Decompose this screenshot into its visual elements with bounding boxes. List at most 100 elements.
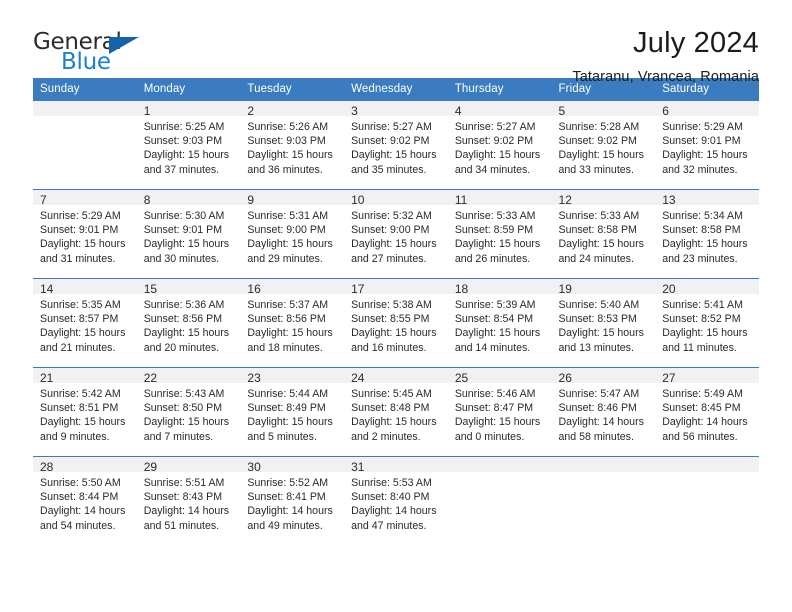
daylight-text-line1: Daylight: 15 hours xyxy=(454,238,541,251)
daylight-text-line2: and 20 minutes. xyxy=(143,341,220,354)
calendar-week-row: 14 Sunrise: 5:35 AM Sunset: 8:57 PM Dayligh… xyxy=(33,278,759,368)
daylight-text-line2: and 7 minutes. xyxy=(143,430,214,443)
daylight-text-line2: and 49 minutes. xyxy=(247,519,323,532)
day-details: Sunrise: 5:49 AM Sunset: 8:45 PM Daylight:… xyxy=(655,383,759,444)
calendar-day-cell[interactable]: 10 Sunrise: 5:32 AM Sunset: 9:00 PM Dayligh… xyxy=(344,189,448,279)
daylight-text-line2: and 56 minutes. xyxy=(662,430,738,443)
sunset-text: Sunset: 8:58 PM xyxy=(558,224,637,237)
sunrise-text: Sunrise: 5:31 AM xyxy=(247,210,329,222)
sunset-text: Sunset: 9:02 PM xyxy=(558,135,637,148)
calendar-page: General Blue July 2024 Tataranu, Vrancea… xyxy=(0,0,792,612)
day-number: 3 xyxy=(344,101,448,118)
calendar-day-cell[interactable]: 31 Sunrise: 5:53 AM Sunset: 8:40 PM Dayligh… xyxy=(344,456,448,546)
sunrise-text: Sunrise: 5:47 AM xyxy=(558,388,640,400)
calendar-day-cell[interactable]: 29 Sunrise: 5:51 AM Sunset: 8:43 PM Dayligh… xyxy=(136,456,241,546)
calendar-cell-empty xyxy=(655,456,759,546)
day-details: Sunrise: 5:33 AM Sunset: 8:58 PM Daylight:… xyxy=(552,205,656,266)
weekday-header-sunday: Sunday xyxy=(33,78,137,101)
calendar-day-cell[interactable]: 9 Sunrise: 5:31 AM Sunset: 9:00 PM Daylight… xyxy=(240,189,345,279)
day-number: 31 xyxy=(344,457,448,474)
day-number: 17 xyxy=(344,279,448,296)
calendar-day-cell[interactable]: 3 Sunrise: 5:27 AM Sunset: 9:02 PM Daylight… xyxy=(344,100,448,190)
calendar-day-cell[interactable]: 18 Sunrise: 5:39 AM Sunset: 8:54 PM Dayligh… xyxy=(447,278,552,368)
sunset-text: Sunset: 8:53 PM xyxy=(558,313,637,326)
day-details: Sunrise: 5:34 AM Sunset: 8:58 PM Daylight:… xyxy=(655,205,759,266)
day-details: Sunrise: 5:27 AM Sunset: 9:02 PM Daylight:… xyxy=(344,116,448,177)
calendar-day-cell[interactable]: 7 Sunrise: 5:29 AM Sunset: 9:01 PM Daylight… xyxy=(33,189,137,279)
day-number: 7 xyxy=(33,190,137,207)
daylight-text-line2: and 2 minutes. xyxy=(351,430,421,443)
sunrise-text: Sunrise: 5:52 AM xyxy=(247,477,329,489)
calendar-day-cell[interactable]: 15 Sunrise: 5:36 AM Sunset: 8:56 PM Dayligh… xyxy=(136,278,241,368)
calendar-week-row: 21 Sunrise: 5:42 AM Sunset: 8:51 PM Dayligh… xyxy=(33,367,759,457)
day-number: 11 xyxy=(447,190,552,207)
calendar-day-cell[interactable]: 27 Sunrise: 5:49 AM Sunset: 8:45 PM Dayligh… xyxy=(655,367,759,457)
day-number: 6 xyxy=(655,101,759,118)
sunrise-text: Sunrise: 5:32 AM xyxy=(351,210,432,222)
daylight-text-line1: Daylight: 15 hours xyxy=(40,327,126,340)
daylight-text-line1: Daylight: 15 hours xyxy=(558,149,644,162)
calendar-day-cell[interactable]: 25 Sunrise: 5:46 AM Sunset: 8:47 PM Dayligh… xyxy=(447,367,552,457)
calendar-day-cell[interactable]: 26 Sunrise: 5:47 AM Sunset: 8:46 PM Dayligh… xyxy=(551,367,656,457)
calendar-day-cell[interactable]: 24 Sunrise: 5:45 AM Sunset: 8:48 PM Dayligh… xyxy=(344,367,448,457)
day-number: 20 xyxy=(655,279,759,296)
day-number: 21 xyxy=(33,368,137,385)
daylight-text-line2: and 51 minutes. xyxy=(143,519,220,532)
calendar-day-cell[interactable]: 11 Sunrise: 5:33 AM Sunset: 8:59 PM Dayligh… xyxy=(447,189,552,279)
sunrise-text: Sunrise: 5:27 AM xyxy=(454,121,536,133)
weekday-header-monday: Monday xyxy=(136,78,241,101)
sunset-text: Sunset: 8:41 PM xyxy=(247,491,326,504)
calendar-day-cell[interactable]: 16 Sunrise: 5:37 AM Sunset: 8:56 PM Dayligh… xyxy=(240,278,345,368)
daylight-text-line2: and 14 minutes. xyxy=(454,341,531,354)
calendar-day-cell[interactable]: 12 Sunrise: 5:33 AM Sunset: 8:58 PM Dayligh… xyxy=(551,189,656,279)
calendar-day-cell[interactable]: 30 Sunrise: 5:52 AM Sunset: 8:41 PM Dayligh… xyxy=(240,456,345,546)
daylight-text-line2: and 54 minutes. xyxy=(40,519,116,532)
calendar-day-cell[interactable]: 13 Sunrise: 5:34 AM Sunset: 8:58 PM Dayligh… xyxy=(655,189,759,279)
daylight-text-line1: Daylight: 15 hours xyxy=(247,416,333,429)
day-number: 2 xyxy=(240,101,345,118)
sunset-text: Sunset: 8:55 PM xyxy=(351,313,430,326)
day-number: 26 xyxy=(551,368,656,385)
daylight-text-line2: and 35 minutes. xyxy=(351,163,427,176)
daylight-text-line1: Daylight: 15 hours xyxy=(351,149,437,162)
calendar-day-cell[interactable]: 1 Sunrise: 5:25 AM Sunset: 9:03 PM Daylight… xyxy=(136,100,241,190)
calendar-day-cell[interactable]: 20 Sunrise: 5:41 AM Sunset: 8:52 PM Dayligh… xyxy=(655,278,759,368)
calendar-day-cell[interactable]: 4 Sunrise: 5:27 AM Sunset: 9:02 PM Daylight… xyxy=(447,100,552,190)
calendar-day-cell[interactable]: 2 Sunrise: 5:26 AM Sunset: 9:03 PM Daylight… xyxy=(240,100,345,190)
daylight-text-line1: Daylight: 14 hours xyxy=(558,416,644,429)
calendar-day-cell[interactable]: 5 Sunrise: 5:28 AM Sunset: 9:02 PM Daylight… xyxy=(551,100,656,190)
daylight-text-line1: Daylight: 15 hours xyxy=(247,149,333,162)
sunrise-text: Sunrise: 5:51 AM xyxy=(143,477,225,489)
page-title: July 2024 xyxy=(633,27,759,59)
day-details: Sunrise: 5:35 AM Sunset: 8:57 PM Daylight:… xyxy=(33,294,137,355)
calendar-day-cell[interactable]: 8 Sunrise: 5:30 AM Sunset: 9:01 PM Daylight… xyxy=(136,189,241,279)
daylight-text-line2: and 30 minutes. xyxy=(143,252,220,265)
calendar-day-cell[interactable]: 28 Sunrise: 5:50 AM Sunset: 8:44 PM Dayligh… xyxy=(33,456,137,546)
daylight-text-line1: Daylight: 15 hours xyxy=(662,238,748,251)
calendar-day-cell[interactable]: 21 Sunrise: 5:42 AM Sunset: 8:51 PM Dayligh… xyxy=(33,367,137,457)
day-number xyxy=(655,457,759,472)
calendar-day-cell[interactable]: 6 Sunrise: 5:29 AM Sunset: 9:01 PM Daylight… xyxy=(655,100,759,190)
calendar-day-cell[interactable]: 22 Sunrise: 5:43 AM Sunset: 8:50 PM Dayligh… xyxy=(136,367,241,457)
sunrise-text: Sunrise: 5:45 AM xyxy=(351,388,432,400)
day-details: Sunrise: 5:37 AM Sunset: 8:56 PM Daylight:… xyxy=(240,294,344,355)
calendar-day-cell[interactable]: 19 Sunrise: 5:40 AM Sunset: 8:53 PM Dayligh… xyxy=(551,278,656,368)
page-masthead: General Blue July 2024 Tataranu, Vrancea… xyxy=(33,0,759,86)
calendar-day-cell[interactable]: 14 Sunrise: 5:35 AM Sunset: 8:57 PM Dayligh… xyxy=(33,278,137,368)
day-number: 28 xyxy=(33,457,137,474)
day-number: 23 xyxy=(240,368,345,385)
daylight-text-line1: Daylight: 14 hours xyxy=(662,416,748,429)
calendar-week-row: 28 Sunrise: 5:50 AM Sunset: 8:44 PM Dayligh… xyxy=(33,456,759,546)
calendar-day-cell[interactable]: 23 Sunrise: 5:44 AM Sunset: 8:49 PM Dayligh… xyxy=(240,367,345,457)
day-details: Sunrise: 5:46 AM Sunset: 8:47 PM Daylight:… xyxy=(448,383,552,444)
calendar-day-cell[interactable]: 17 Sunrise: 5:38 AM Sunset: 8:55 PM Dayligh… xyxy=(344,278,448,368)
calendar-body: 1 Sunrise: 5:25 AM Sunset: 9:03 PM Daylight… xyxy=(33,100,759,546)
sunrise-text: Sunrise: 5:28 AM xyxy=(558,121,640,133)
sunset-text: Sunset: 8:40 PM xyxy=(351,491,430,504)
weekday-header-thursday: Thursday xyxy=(447,78,552,101)
sunset-text: Sunset: 8:56 PM xyxy=(247,313,326,326)
daylight-text-line2: and 13 minutes. xyxy=(558,341,634,354)
day-details: Sunrise: 5:42 AM Sunset: 8:51 PM Daylight:… xyxy=(33,383,137,444)
daylight-text-line2: and 32 minutes. xyxy=(662,163,738,176)
daylight-text-line2: and 34 minutes. xyxy=(454,163,531,176)
